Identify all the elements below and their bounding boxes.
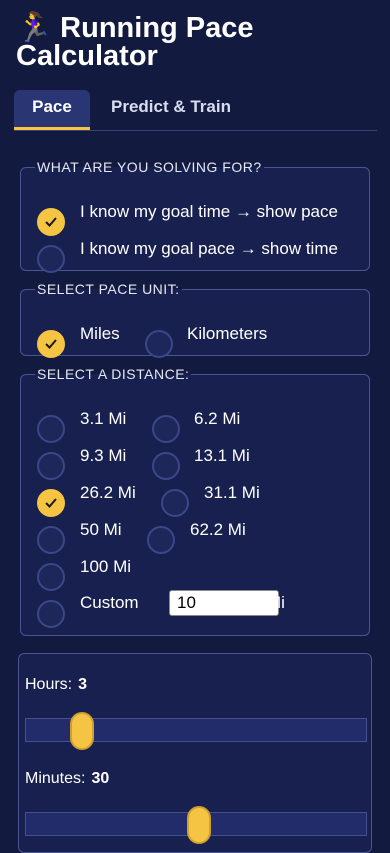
- distance-label: 9.3 Mi: [80, 446, 127, 465]
- distance-label: 13.1 Mi: [194, 446, 250, 465]
- radio-goal-pace-label: I know my goal pace → show time: [80, 239, 338, 258]
- check-icon: [45, 217, 57, 227]
- distance-label: 31.1 Mi: [204, 483, 260, 502]
- custom-distance-label: Custom: [80, 593, 139, 612]
- tab-pace[interactable]: Pace: [14, 90, 90, 130]
- minutes-row: Minutes: 30: [25, 770, 109, 788]
- radio-distance-6-2[interactable]: [152, 415, 180, 443]
- pace-unit-legend: SELECT PACE UNIT:: [37, 281, 180, 297]
- check-icon: [45, 339, 57, 349]
- distance-label: 62.2 Mi: [190, 520, 246, 539]
- solving-for-group: WHAT ARE YOU SOLVING FOR? I know my goal…: [20, 159, 370, 273]
- time-sliders-panel: Hours: 3 Minutes: 30: [18, 653, 372, 853]
- hours-value: 3: [78, 676, 88, 693]
- radio-kilometers[interactable]: [145, 330, 173, 358]
- radio-distance-62-2[interactable]: [147, 526, 175, 554]
- distance-label: 3.1 Mi: [80, 409, 127, 428]
- radio-distance-3-1[interactable]: [37, 415, 65, 443]
- hours-label: Hours:: [25, 676, 73, 693]
- radio-distance-custom[interactable]: [37, 600, 65, 628]
- radio-distance-100[interactable]: [37, 563, 65, 591]
- radio-kilometers-label: Kilometers: [187, 324, 268, 343]
- hours-row: Hours: 3: [25, 676, 87, 694]
- radio-distance-31-1[interactable]: [161, 489, 189, 517]
- distance-group: SELECT A DISTANCE: 3.1 Mi 6.2 Mi 9.3 Mi …: [20, 366, 370, 636]
- pace-unit-group: SELECT PACE UNIT: Miles Kilometers: [20, 281, 370, 358]
- tab-bar: Pace Predict & Train: [14, 90, 377, 131]
- minutes-slider[interactable]: [25, 806, 367, 844]
- tab-predict-train[interactable]: Predict & Train: [98, 90, 244, 130]
- radio-miles[interactable]: [37, 330, 65, 358]
- distance-label: 26.2 Mi: [80, 483, 136, 502]
- hours-slider-thumb[interactable]: [70, 712, 94, 750]
- page-title: 🏃‍♀️ Running Pace Calculator: [16, 12, 376, 72]
- radio-distance-9-3[interactable]: [37, 452, 65, 480]
- radio-goal-time[interactable]: [37, 208, 65, 236]
- minutes-slider-thumb[interactable]: [187, 806, 211, 844]
- radio-distance-50[interactable]: [37, 526, 65, 554]
- check-icon: [45, 498, 57, 508]
- radio-goal-time-label: I know my goal time → show pace: [80, 202, 338, 221]
- solving-for-legend: WHAT ARE YOU SOLVING FOR?: [37, 159, 262, 175]
- distance-label: 100 Mi: [80, 557, 132, 576]
- distance-label: 50 Mi: [80, 520, 122, 539]
- hours-slider[interactable]: [25, 712, 367, 750]
- distance-label: 6.2 Mi: [194, 409, 241, 428]
- custom-distance-unit: Mi: [267, 593, 285, 612]
- radio-goal-pace[interactable]: [37, 245, 65, 273]
- minutes-label: Minutes:: [25, 770, 86, 787]
- radio-miles-label: Miles: [80, 324, 120, 343]
- distance-legend: SELECT A DISTANCE:: [37, 366, 190, 382]
- custom-distance-input[interactable]: [169, 590, 279, 616]
- app-title: Running Pace Calculator: [16, 12, 254, 72]
- radio-distance-26-2[interactable]: [37, 489, 65, 517]
- radio-distance-13-1[interactable]: [152, 452, 180, 480]
- minutes-value: 30: [91, 770, 110, 787]
